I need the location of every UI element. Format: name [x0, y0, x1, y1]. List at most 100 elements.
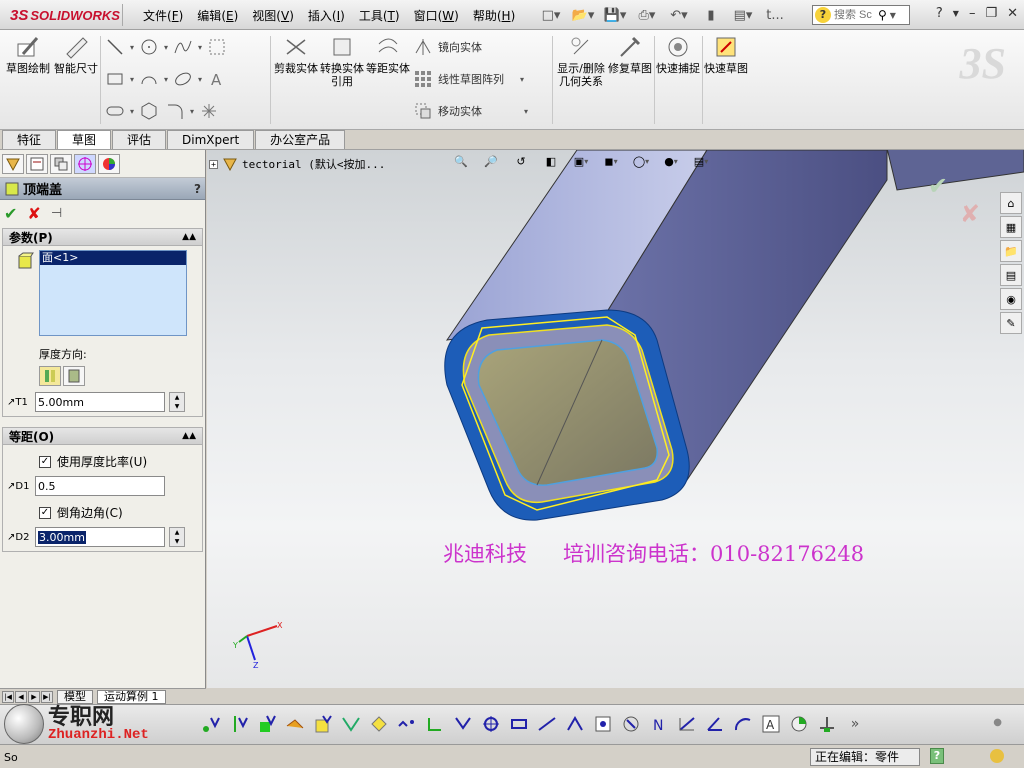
quick-tips-icon[interactable]: ? — [930, 748, 944, 764]
vertical-relation-icon[interactable] — [228, 711, 250, 737]
shaded-sketch-icon[interactable] — [816, 711, 838, 737]
line-icon[interactable] — [104, 36, 126, 58]
trim-entities-button[interactable]: 剪裁实体 — [272, 34, 320, 75]
expand-icon[interactable]: + — [209, 159, 218, 169]
text-icon[interactable]: A — [206, 68, 228, 90]
pushpin-icon[interactable]: ⊣ — [51, 206, 62, 221]
parallel-relation-icon[interactable] — [452, 711, 474, 737]
tab-evaluate[interactable]: 评估 — [112, 130, 167, 149]
chamfer-spinner[interactable]: ▲ ▼ — [169, 527, 185, 547]
restore-icon[interactable]: ❐ — [985, 6, 997, 22]
zoom-to-area-icon[interactable]: 🔎 — [479, 150, 503, 172]
pierce-relation-icon[interactable] — [592, 711, 614, 737]
options-icon[interactable]: ▤▾ — [730, 5, 756, 25]
symmetric-relation-icon[interactable] — [564, 711, 586, 737]
view-palette-icon[interactable]: ▤ — [1000, 264, 1022, 286]
circle-icon[interactable] — [138, 36, 160, 58]
new-doc-icon[interactable]: □▾ — [538, 5, 564, 25]
tab-office-products[interactable]: 办公室产品 — [255, 130, 346, 149]
arc-icon[interactable] — [138, 68, 160, 90]
search-input[interactable] — [834, 9, 878, 21]
intersection-relation-icon[interactable] — [620, 711, 642, 737]
property-manager-icon[interactable] — [26, 154, 48, 174]
chamfer-corners-checkbox[interactable]: ✓ — [39, 506, 51, 519]
toolbar-overflow-icon[interactable]: » — [844, 711, 866, 737]
menu-view[interactable]: 视图(V) — [245, 7, 301, 25]
menu-file[interactable]: 文件(F) — [136, 7, 190, 25]
chevron-down-icon[interactable]: ▾ — [164, 43, 168, 52]
chevron-down-icon[interactable]: ▾ — [130, 75, 134, 84]
ratio-input[interactable]: 0.5 — [35, 476, 165, 496]
sketch-text-icon[interactable]: A — [760, 711, 782, 737]
spline-icon[interactable] — [172, 36, 194, 58]
chevron-down-icon[interactable]: ▾ — [520, 75, 524, 84]
doc-minimize-icon[interactable]: – — [967, 150, 973, 152]
chamfer-input[interactable]: 3.00mm — [35, 527, 165, 547]
offset-entities-button[interactable]: 等距实体 — [364, 34, 412, 75]
first-tab-icon[interactable]: |◀ — [2, 690, 14, 703]
rapid-sketch-button[interactable]: 快速草图 — [702, 34, 750, 75]
chevron-down-icon[interactable]: ▾ — [190, 107, 194, 116]
tab-features[interactable]: 特征 — [2, 130, 57, 149]
zoom-to-fit-icon[interactable]: 🔍 — [449, 150, 473, 172]
custom-properties-icon[interactable]: ✎ — [1000, 312, 1022, 334]
angle-relation-icon[interactable] — [704, 711, 726, 737]
collinear-relation-icon[interactable] — [536, 711, 558, 737]
ellipse-icon[interactable] — [172, 68, 194, 90]
point-icon[interactable] — [198, 100, 220, 122]
toolbar-grip-icon[interactable]: ● — [993, 717, 1002, 728]
qa-overflow[interactable]: t... — [762, 5, 788, 25]
tab-dimxpert[interactable]: DimXpert — [167, 130, 255, 149]
scene-icon[interactable]: ▤ ▾ — [689, 150, 713, 172]
merge-relation-icon[interactable] — [368, 711, 390, 737]
rebuild-status-icon[interactable] — [990, 749, 1004, 763]
design-library-icon[interactable]: ▦ — [1000, 216, 1022, 238]
repair-sketch-button[interactable]: 修复草图 — [606, 34, 654, 75]
point-relation-icon[interactable] — [200, 711, 222, 737]
rectangle-icon[interactable] — [104, 68, 126, 90]
confirm-ok-icon[interactable]: ✔ — [928, 172, 948, 200]
chevron-down-icon[interactable]: ▾ — [198, 75, 202, 84]
print-icon[interactable]: ⎙▾ — [634, 5, 660, 25]
confirm-cancel-icon[interactable]: ✘ — [960, 200, 980, 228]
ok-icon[interactable]: ✔ — [4, 204, 17, 223]
coincident-relation-icon[interactable] — [312, 711, 334, 737]
rebuild-icon[interactable]: ▮ — [698, 5, 724, 25]
display-delete-relations-button[interactable]: 显示/删除几何关系 — [556, 34, 606, 88]
doc-close-icon[interactable]: ✕ — [1004, 150, 1014, 152]
tangent-relation-icon[interactable] — [284, 711, 306, 737]
undo-icon[interactable]: ↶▾ — [666, 5, 692, 25]
face-selection-list[interactable]: 面<1> — [39, 250, 187, 336]
midpoint-relation-icon[interactable] — [396, 711, 418, 737]
polygon-icon[interactable] — [138, 100, 160, 122]
concentric-relation-icon[interactable] — [480, 711, 502, 737]
perpendicular-relation-icon[interactable] — [424, 711, 446, 737]
display-manager-icon[interactable] — [98, 154, 120, 174]
solidworks-logo[interactable]: 3S SOLIDWORKS — [4, 4, 126, 26]
use-thickness-ratio-checkbox[interactable]: ✓ — [39, 455, 51, 468]
menu-window[interactable]: 窗口(W) — [407, 7, 466, 25]
chevron-down-icon[interactable]: ▼ — [953, 6, 959, 22]
section-view-icon[interactable]: ◧ — [539, 150, 563, 172]
home-icon[interactable]: ⌂ — [1000, 192, 1022, 214]
prev-tab-icon[interactable]: ◀ — [15, 690, 27, 703]
tab-sketch[interactable]: 草图 — [57, 130, 112, 149]
equal-relation-icon[interactable] — [508, 711, 530, 737]
arc-length-relation-icon[interactable] — [732, 711, 754, 737]
search-icon[interactable]: ⚲ — [878, 8, 887, 22]
parameters-group-header[interactable]: 参数(P) ▲▲ — [2, 228, 203, 246]
feature-tree-icon[interactable] — [2, 154, 24, 174]
display-style-icon[interactable]: ◼ ▾ — [599, 150, 623, 172]
minimize-icon[interactable]: – — [969, 6, 976, 22]
open-folder-icon[interactable]: 📂▾ — [570, 5, 596, 25]
fill-pattern-icon[interactable] — [206, 36, 228, 58]
chevron-down-icon[interactable]: ▾ — [130, 43, 134, 52]
sketch-color-icon[interactable] — [788, 711, 810, 737]
fix-relation-icon[interactable] — [256, 711, 278, 737]
dimension-relation-icon[interactable] — [676, 711, 698, 737]
save-icon[interactable]: 💾▾ — [602, 5, 628, 25]
chevron-down-icon[interactable]: ▼ — [890, 11, 896, 20]
move-entities-button[interactable]: 移动实体 ▾ — [412, 100, 528, 122]
menu-help[interactable]: 帮助(H) — [466, 7, 522, 25]
menu-edit[interactable]: 编辑(E) — [190, 7, 245, 25]
